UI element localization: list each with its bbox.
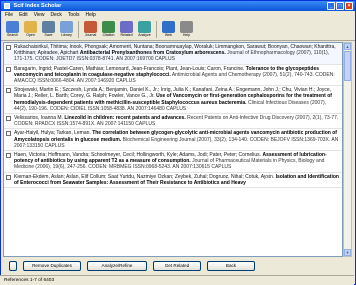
- record-checkbox[interactable]: [6, 66, 11, 72]
- toolbar-button-library[interactable]: Library: [58, 20, 75, 39]
- menu-tools[interactable]: Tools: [68, 12, 80, 18]
- record-text: Velissarios, Ioanna M. Linezolid in chil…: [14, 115, 340, 127]
- globe-icon: [162, 21, 175, 33]
- analyze-icon: [138, 21, 151, 33]
- menu-view[interactable]: View: [34, 12, 45, 18]
- select-all-checkbox[interactable]: [9, 260, 17, 271]
- help-icon: [180, 21, 193, 33]
- toolbar-button-journal[interactable]: Journal: [82, 20, 99, 39]
- window-title: Scif Index Scholar: [13, 3, 62, 9]
- toolbar-button-citation[interactable]: Citation: [100, 20, 117, 39]
- menu-file[interactable]: File: [5, 12, 13, 18]
- reference-record[interactable]: Baragarin, Ingrid; Pastel-Caren, Mathias…: [4, 65, 342, 87]
- scroll-thumb[interactable]: [344, 51, 351, 81]
- reference-record[interactable]: Velissarios, Ioanna M. Linezolid in chil…: [4, 114, 342, 130]
- get-related-button[interactable]: Get Related: [153, 260, 201, 271]
- toolbar-button-web[interactable]: Web: [160, 20, 177, 39]
- close-button[interactable]: ×: [345, 2, 353, 10]
- remove-duplicates-button[interactable]: Remove Duplicates: [23, 260, 81, 271]
- library-icon: [60, 21, 73, 33]
- toolbar-button-save[interactable]: Save: [40, 20, 57, 39]
- toolbar-label: Open: [26, 33, 35, 37]
- record-authors: Kiernan-Ekdem, Aslan; Aslan, Elif Collum…: [14, 173, 275, 180]
- record-text: Haen, Victoria; Hoffmann, Vandra; School…: [14, 152, 340, 171]
- action-buttons: Remove Duplicates Analyze/Refine Get Rel…: [3, 259, 353, 272]
- toolbar-button-open[interactable]: Open: [22, 20, 39, 39]
- analyze-refine-button[interactable]: Analyze/Refine: [87, 260, 147, 271]
- search-icon: [6, 21, 19, 33]
- toolbar-separator: [78, 21, 79, 38]
- toolbar-label: Citation: [102, 33, 115, 37]
- window-controls: _ □ ×: [327, 2, 353, 10]
- reference-record[interactable]: Kiernan-Ekdem, Aslan; Aslan, Elif Collum…: [4, 173, 342, 189]
- toolbar-separator: [156, 21, 157, 38]
- toolbar-label: Search: [6, 33, 19, 37]
- menu-help[interactable]: Help: [86, 12, 96, 18]
- menu-deck[interactable]: Deck: [50, 12, 61, 18]
- reference-record[interactable]: Strojewski, Martin E.; Szczesh, Lynda A.…: [4, 86, 342, 115]
- save-icon: [42, 21, 55, 33]
- record-text: Kiernan-Ekdem, Aslan; Aslan, Elif Collum…: [14, 174, 340, 186]
- record-text: Rukachaisirikul, Thitima; Inook, Phongsa…: [14, 44, 340, 63]
- reference-record[interactable]: Rukachaisirikul, Thitima; Inook, Phongsa…: [4, 43, 342, 65]
- results-scrollbar[interactable]: ▲ ▼: [343, 42, 352, 257]
- results-list: Rukachaisirikul, Thitima; Inook, Phongsa…: [3, 42, 343, 257]
- record-checkbox[interactable]: [6, 116, 11, 122]
- record-text: Ayar-Haiyil, Hulya; Tarkan, Leman. The c…: [14, 130, 340, 149]
- toolbar-button-analyze[interactable]: Analyze: [136, 20, 153, 39]
- journal-icon: [84, 21, 97, 33]
- menu-bar: File Edit View Deck Tools Help: [1, 11, 355, 19]
- toolbar-label: Help: [182, 33, 191, 37]
- toolbar-label: Journal: [84, 33, 97, 37]
- scroll-down-icon[interactable]: ▼: [344, 249, 351, 256]
- related-icon: [120, 21, 133, 33]
- record-authors: Ayar-Haiyil, Hulya; Tarkan, Leman.: [14, 130, 91, 137]
- menu-edit[interactable]: Edit: [19, 12, 28, 18]
- scroll-up-icon[interactable]: ▲: [344, 43, 351, 50]
- toolbar-label: Analyze: [138, 33, 151, 37]
- record-title[interactable]: Antibacterial Prenylxanthones from Crato…: [80, 50, 226, 56]
- toolbar: Search Open Save Library Journal Citation Rela…: [1, 19, 355, 41]
- record-checkbox[interactable]: [6, 153, 11, 159]
- toolbar-button-help[interactable]: Help: [178, 20, 195, 39]
- app-icon: [4, 2, 10, 9]
- record-checkbox[interactable]: [6, 45, 11, 50]
- record-text: Strojewski, Martin E.; Szczesh, Lynda A.…: [14, 87, 340, 112]
- record-authors: Velissarios, Ioanna M.: [14, 115, 63, 122]
- record-checkbox[interactable]: [6, 174, 11, 180]
- record-checkbox[interactable]: [6, 131, 11, 137]
- folder-icon: [24, 21, 37, 33]
- toolbar-button-search[interactable]: Search: [4, 20, 21, 39]
- record-authors: Haen, Victoria; Hoffmann, Vandra; School…: [14, 152, 262, 159]
- toolbar-label: Related: [120, 33, 133, 37]
- toolbar-button-related[interactable]: Related: [118, 20, 135, 39]
- toolbar-label: Library: [61, 33, 72, 37]
- record-checkbox[interactable]: [6, 88, 11, 94]
- reference-record[interactable]: Ayar-Haiyil, Hulya; Tarkan, Leman. The c…: [4, 129, 342, 152]
- record-text: Baragarin, Ingrid; Pastel-Caren, Mathias…: [14, 66, 340, 85]
- status-bar: References 1-7 of 6403: [0, 275, 354, 285]
- back-button[interactable]: Back: [207, 260, 255, 271]
- toolbar-label: Save: [44, 33, 53, 37]
- reference-record[interactable]: Haen, Victoria; Hoffmann, Vandra; School…: [4, 151, 342, 173]
- record-authors: Baragarin, Ingrid; Pastel-Caren, Mathias…: [14, 65, 245, 72]
- title-bar[interactable]: Scif Index Scholar _ □ ×: [1, 1, 355, 11]
- citation-icon: [102, 21, 115, 33]
- toolbar-label: Web: [164, 33, 173, 37]
- record-title[interactable]: Linezolid in children: recent patents an…: [64, 115, 185, 121]
- minimize-button[interactable]: _: [327, 2, 335, 10]
- maximize-button[interactable]: □: [336, 2, 344, 10]
